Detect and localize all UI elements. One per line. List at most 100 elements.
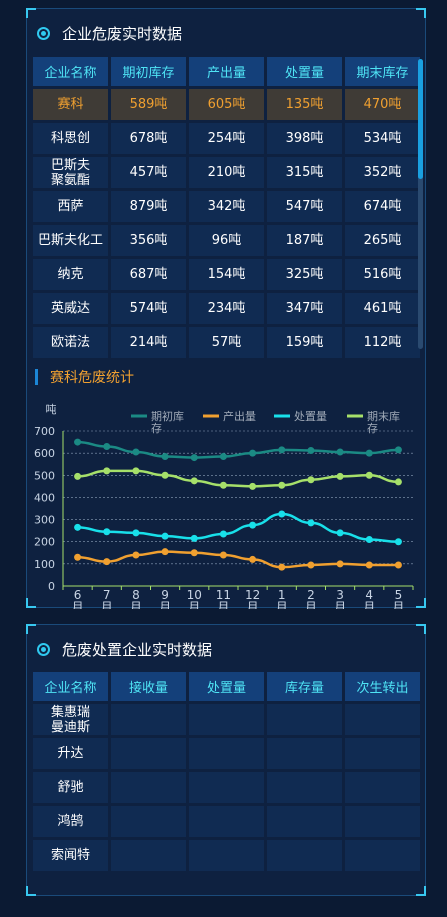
data-point[interactable]: [161, 532, 169, 540]
data-point[interactable]: [336, 472, 344, 480]
value-cell: [267, 806, 342, 837]
value-cell: 534吨: [345, 123, 420, 154]
table-row[interactable]: 索闻特: [33, 840, 420, 871]
x-tick-label: 3月: [334, 588, 346, 609]
data-point[interactable]: [74, 523, 82, 531]
value-cell: [345, 704, 420, 735]
enterprise-waste-table: 企业名称 期初库存 产出量 处置量 期末库存 赛科 589吨 605吨 135吨 470吨 科思创…: [30, 54, 423, 361]
table-row[interactable]: 集惠瑞 曼迪斯: [33, 704, 420, 735]
y-tick-label: 500: [34, 469, 55, 482]
data-point[interactable]: [249, 555, 257, 563]
corner-decoration: [26, 886, 36, 896]
scrollbar-thumb[interactable]: [418, 59, 423, 179]
data-point[interactable]: [190, 454, 198, 462]
data-point[interactable]: [132, 529, 140, 537]
data-point[interactable]: [307, 476, 315, 484]
data-point[interactable]: [249, 482, 257, 490]
column-header: 产出量: [189, 57, 264, 86]
data-point[interactable]: [103, 558, 111, 566]
data-point[interactable]: [365, 536, 373, 543]
legend-label: 产出量: [223, 409, 256, 423]
data-point[interactable]: [278, 563, 286, 571]
data-point[interactable]: [103, 467, 111, 475]
data-point[interactable]: [394, 561, 402, 569]
table-row[interactable]: 赛科 589吨 605吨 135吨 470吨: [33, 89, 420, 120]
value-cell: [111, 738, 186, 769]
legend-label: 处置量: [294, 410, 327, 423]
data-point[interactable]: [132, 467, 140, 475]
table-row[interactable]: 升达: [33, 738, 420, 769]
data-point[interactable]: [132, 448, 140, 456]
x-tick-label: 1月: [276, 588, 288, 609]
table-row[interactable]: 英威达 574吨 234吨 347吨 461吨: [33, 293, 420, 324]
table-row[interactable]: 巴斯夫 聚氨酯 457吨 210吨 315吨 352吨: [33, 157, 420, 188]
data-point[interactable]: [103, 528, 111, 536]
data-point[interactable]: [278, 446, 286, 454]
data-point[interactable]: [161, 452, 169, 460]
data-point[interactable]: [394, 446, 402, 454]
data-point[interactable]: [161, 471, 169, 479]
data-point[interactable]: [278, 510, 286, 518]
table-row[interactable]: 欧诺法 214吨 57吨 159吨 112吨: [33, 327, 420, 358]
corner-decoration: [26, 624, 36, 634]
value-cell: 356吨: [111, 225, 186, 256]
data-point[interactable]: [307, 561, 315, 569]
realtime-waste-panel: 企业危废实时数据 企业名称 期初库存 产出量 处置量 期末库存 赛科 589吨 605吨 13…: [26, 8, 426, 609]
series-line: [77, 440, 399, 459]
column-header: 期末库存: [345, 57, 420, 86]
value-cell: [267, 840, 342, 871]
table-row[interactable]: 西萨 879吨 342吨 547吨 674吨: [33, 191, 420, 222]
data-point[interactable]: [219, 551, 227, 559]
x-tick-label: 6月: [72, 588, 84, 609]
value-cell: 470吨: [345, 89, 420, 120]
value-cell: 687吨: [111, 259, 186, 290]
value-cell: 315吨: [267, 157, 342, 188]
data-point[interactable]: [365, 449, 373, 457]
enterprise-name-cell: 纳克: [33, 259, 108, 290]
data-point[interactable]: [103, 443, 111, 450]
table-scrollbar[interactable]: [418, 59, 423, 349]
enterprise-name-cell: 巴斯夫 聚氨酯: [33, 157, 108, 188]
data-point[interactable]: [74, 553, 82, 561]
y-tick-label: 600: [34, 447, 55, 460]
data-point[interactable]: [278, 481, 286, 489]
disposal-enterprise-table: 企业名称 接收量 处置量 库存量 次生转出 集惠瑞 曼迪斯 升达 舒驰 鸿鹄 索闻特: [30, 669, 423, 874]
data-point[interactable]: [336, 448, 344, 456]
data-point[interactable]: [394, 538, 402, 546]
value-cell: [267, 772, 342, 803]
data-point[interactable]: [336, 560, 344, 568]
data-point[interactable]: [249, 449, 257, 457]
series-line: [77, 469, 399, 488]
data-point[interactable]: [394, 478, 402, 486]
data-point[interactable]: [74, 438, 82, 446]
data-point[interactable]: [219, 452, 227, 460]
disposal-enterprise-panel: 危废处置企业实时数据 企业名称 接收量 处置量 库存量 次生转出 集惠瑞 曼迪斯 升达 舒驰…: [26, 624, 426, 896]
data-point[interactable]: [190, 549, 198, 557]
table-row[interactable]: 科思创 678吨 254吨 398吨 534吨: [33, 123, 420, 154]
table-row[interactable]: 巴斯夫化工 356吨 96吨 187吨 265吨: [33, 225, 420, 256]
data-point[interactable]: [219, 530, 227, 538]
panel-title: 企业危废实时数据: [37, 23, 182, 44]
value-cell: 254吨: [189, 123, 264, 154]
data-point[interactable]: [307, 519, 315, 527]
value-cell: [189, 704, 264, 735]
table-row[interactable]: 纳克 687吨 154吨 325吨 516吨: [33, 259, 420, 290]
data-point[interactable]: [190, 534, 198, 542]
data-point[interactable]: [336, 529, 344, 537]
column-header: 库存量: [267, 672, 342, 701]
data-point[interactable]: [161, 548, 169, 556]
data-point[interactable]: [219, 481, 227, 489]
table-row[interactable]: 舒驰: [33, 772, 420, 803]
data-point[interactable]: [74, 472, 82, 480]
data-point[interactable]: [365, 471, 373, 479]
value-cell: 678吨: [111, 123, 186, 154]
data-point[interactable]: [307, 446, 315, 454]
panel-title-text: 企业危废实时数据: [62, 25, 183, 43]
column-header: 企业名称: [33, 672, 108, 701]
data-point[interactable]: [249, 521, 257, 529]
table-row[interactable]: 鸿鹄: [33, 806, 420, 837]
data-point[interactable]: [132, 551, 140, 559]
value-cell: 265吨: [345, 225, 420, 256]
data-point[interactable]: [190, 477, 198, 485]
data-point[interactable]: [365, 561, 373, 569]
